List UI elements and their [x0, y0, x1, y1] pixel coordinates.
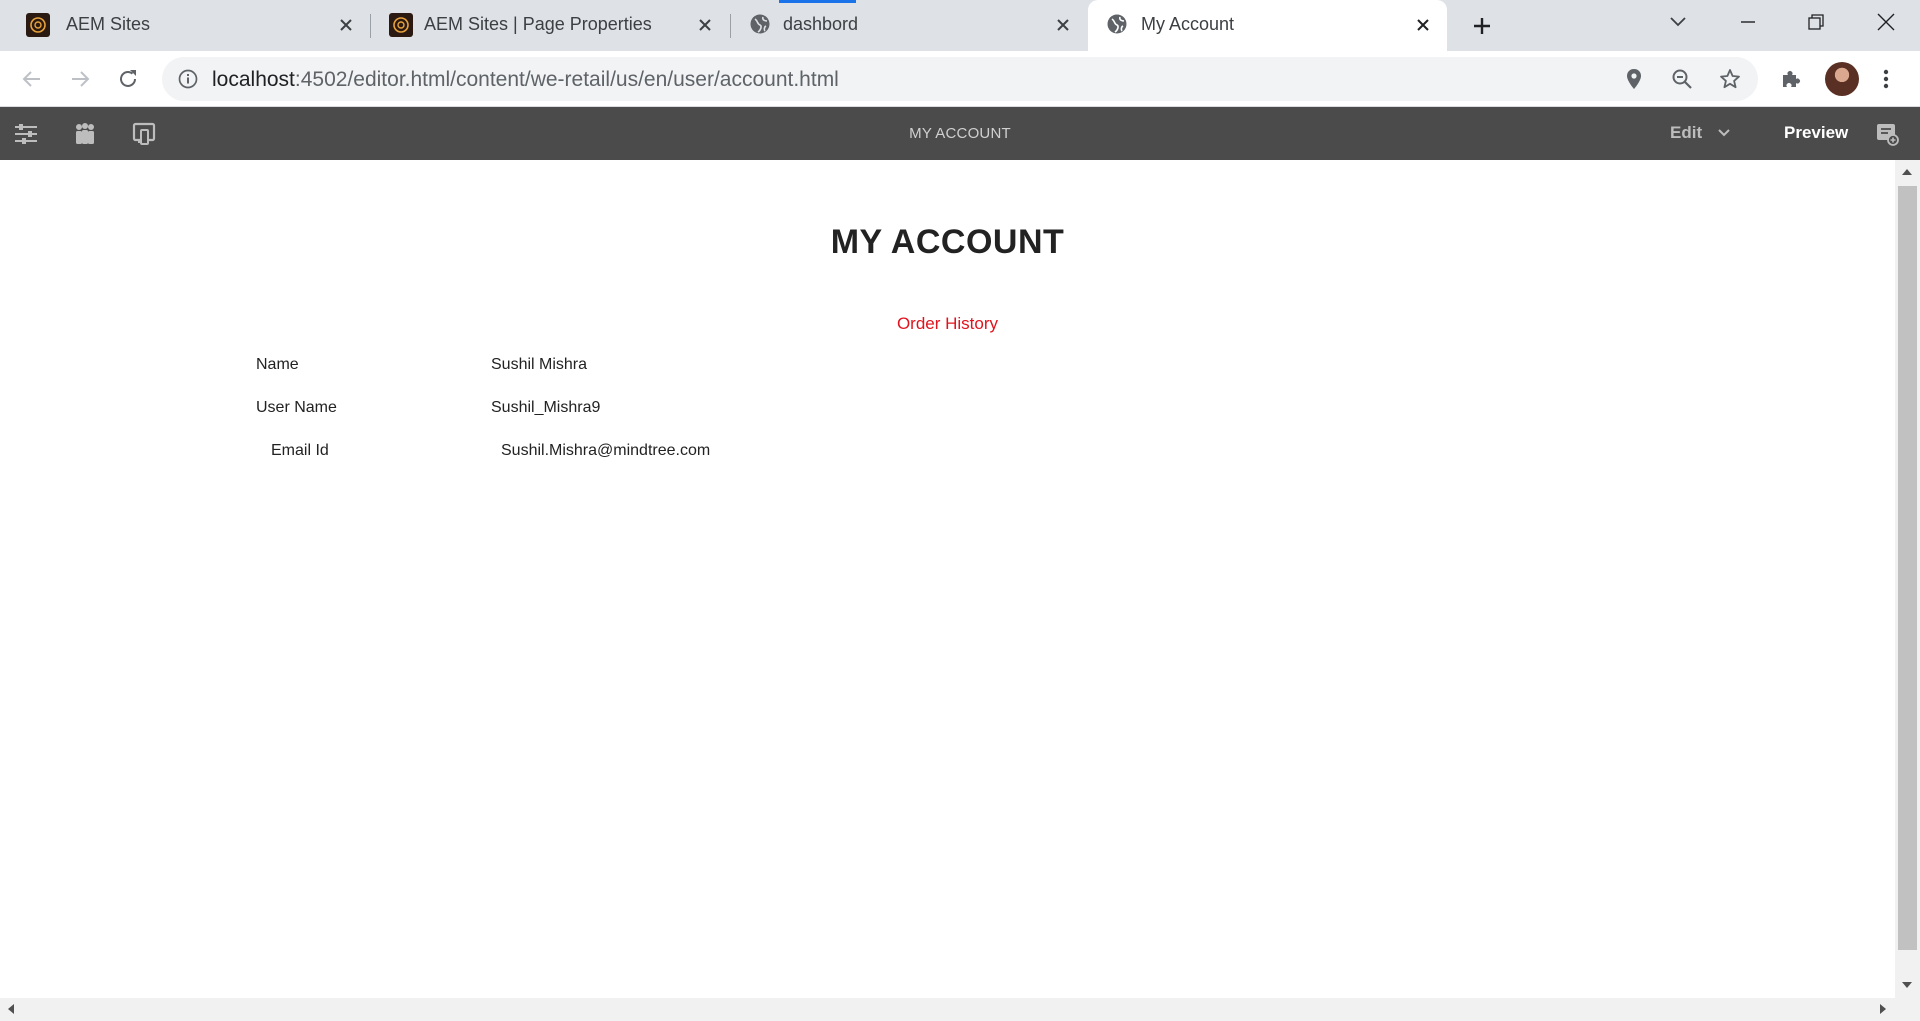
tab-aem-page-properties[interactable]: AEM Sites | Page Properties	[371, 0, 729, 51]
back-button[interactable]	[16, 63, 48, 95]
zoom-out-icon[interactable]	[1670, 67, 1694, 91]
bookmark-star-icon[interactable]	[1718, 67, 1742, 91]
tab-loading-indicator	[779, 0, 856, 3]
scroll-right-arrow-icon[interactable]	[1880, 1004, 1886, 1014]
order-history-link[interactable]: Order History	[0, 314, 1895, 334]
url-host: localhost	[212, 68, 295, 91]
restore-button[interactable]	[1782, 0, 1850, 44]
tab-title: dashbord	[783, 14, 859, 34]
chevron-down-icon[interactable]	[1716, 125, 1732, 141]
edit-mode-selector[interactable]: Edit	[1670, 123, 1702, 143]
tab-search-button[interactable]	[1644, 0, 1712, 44]
tab-dashbord[interactable]: dashbord	[731, 0, 1087, 51]
globe-icon	[1106, 13, 1130, 37]
horizontal-scrollbar[interactable]	[0, 998, 1920, 1021]
editor-page-title: MY ACCOUNT	[909, 125, 1011, 142]
field-label-name: Name	[256, 356, 299, 373]
aem-editor-toolbar: MY ACCOUNT Edit Preview	[0, 107, 1920, 160]
forward-button[interactable]	[64, 63, 96, 95]
close-icon[interactable]	[1051, 13, 1075, 37]
new-tab-button[interactable]	[1466, 10, 1498, 42]
aem-icon	[26, 13, 50, 37]
browser-menu-icon[interactable]	[1870, 63, 1902, 95]
field-value-username: Sushil_Mishra9	[491, 399, 601, 416]
field-value-email: Sushil.Mishra@mindtree.com	[501, 442, 711, 459]
tab-aem-sites[interactable]: AEM Sites	[0, 0, 370, 51]
close-icon[interactable]	[334, 13, 358, 37]
globe-icon	[749, 13, 773, 37]
field-value-name: Sushil Mishra	[491, 356, 588, 373]
tab-title: My Account	[1141, 14, 1235, 34]
location-pin-icon[interactable]	[1622, 67, 1646, 91]
aem-icon	[389, 13, 413, 37]
page-content: MY ACCOUNT Order History Name Sushil Mis…	[0, 160, 1895, 998]
browser-tab-strip: AEM Sites AEM Sites | Page Properties da…	[0, 0, 1920, 51]
preview-button[interactable]: Preview	[1784, 123, 1848, 143]
scroll-down-arrow-icon[interactable]	[1902, 982, 1912, 988]
extensions-puzzle-icon[interactable]	[1775, 63, 1807, 95]
tab-title: AEM Sites	[66, 14, 151, 34]
field-label-email: Email Id	[271, 442, 329, 459]
address-bar[interactable]: localhost:4502/editor.html/content/we-re…	[162, 57, 1758, 101]
scroll-left-arrow-icon[interactable]	[8, 1004, 14, 1014]
close-icon[interactable]	[1411, 13, 1435, 37]
close-icon[interactable]	[693, 13, 717, 37]
browser-toolbar: localhost:4502/editor.html/content/we-re…	[0, 51, 1920, 107]
scroll-up-arrow-icon[interactable]	[1902, 169, 1912, 175]
close-window-button[interactable]	[1852, 0, 1920, 44]
tab-title: AEM Sites | Page Properties	[424, 14, 652, 34]
field-label-username: User Name	[256, 399, 337, 416]
vertical-scroll-thumb[interactable]	[1898, 186, 1917, 950]
url-path: :4502/editor.html/content/we-retail/us/e…	[294, 68, 839, 91]
url-text[interactable]: localhost:4502/editor.html/content/we-re…	[212, 68, 839, 92]
side-panel-comment-icon[interactable]	[1874, 121, 1900, 147]
reload-button[interactable]	[112, 63, 144, 95]
site-info-icon[interactable]	[176, 67, 200, 91]
tab-my-account[interactable]: My Account	[1088, 0, 1447, 51]
profile-avatar[interactable]	[1825, 62, 1859, 96]
page-heading: MY ACCOUNT	[830, 223, 1065, 261]
minimize-button[interactable]	[1714, 0, 1782, 44]
